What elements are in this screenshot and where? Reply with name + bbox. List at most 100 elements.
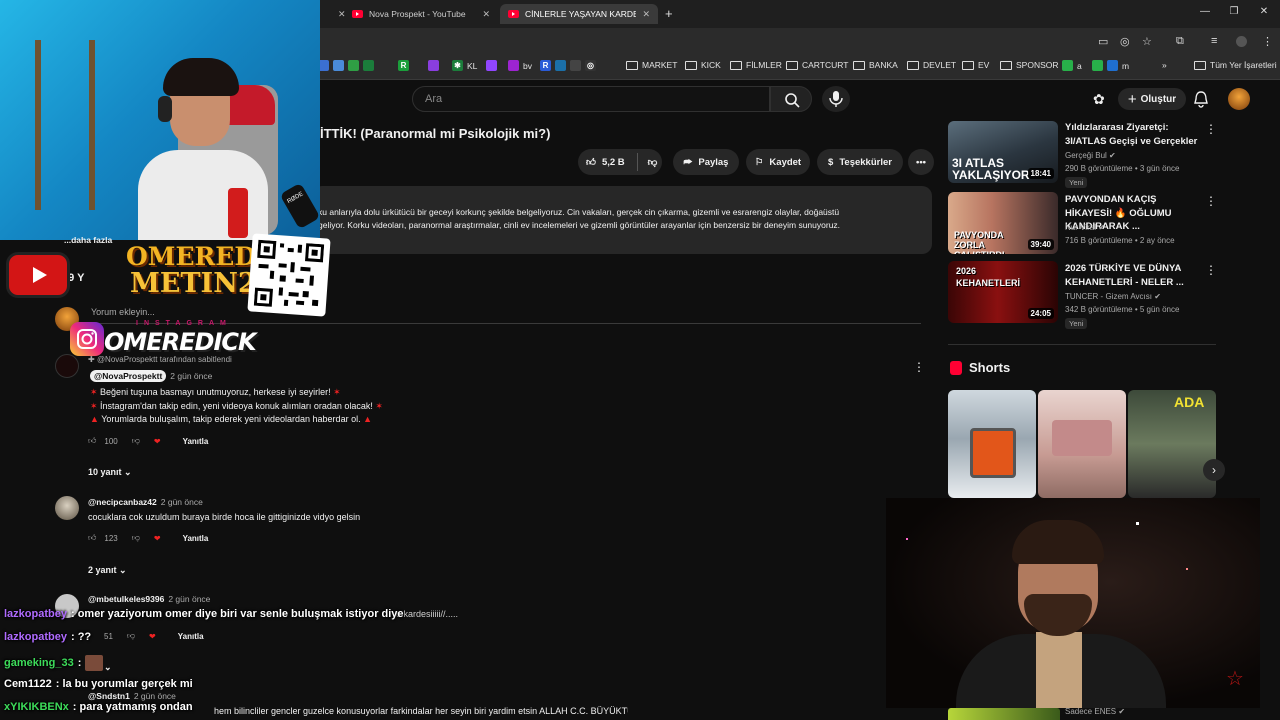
bookmark-folder-devlet[interactable]: DEVLET (907, 60, 956, 70)
folder-icon (685, 60, 697, 70)
dislike-icon[interactable]: 👎︎ (132, 533, 140, 543)
close-icon[interactable]: ✕ (482, 9, 490, 20)
pentagram-icon: ☆ (1226, 668, 1244, 690)
voice-search-button[interactable] (822, 86, 850, 112)
qr-code-pattern (253, 239, 325, 307)
reply-button[interactable]: Yanıtla (183, 534, 209, 543)
comment-avatar[interactable] (55, 496, 79, 520)
bookmark-folder-ev[interactable]: EV (962, 60, 989, 70)
recommendation-thumbnail[interactable]: 2026 KEHANETLERİ 24:05 (948, 261, 1058, 323)
bookmark-folder-cartcurt[interactable]: CARTCURT (786, 60, 848, 70)
view-replies-button[interactable]: 2 yanıt ⌄ (88, 565, 127, 576)
bookmark-folder-sponsor[interactable]: SPONSOR (1000, 60, 1059, 70)
bookmark-folder-market[interactable]: MARKET (626, 60, 677, 70)
bookmark-bv[interactable]: bv (508, 60, 532, 71)
recommendation-thumbnail-partial[interactable] (948, 708, 1060, 720)
thanks-label: Teşekkürler (839, 156, 892, 168)
cast-icon[interactable]: ▭ (1098, 35, 1108, 48)
dislike-icon[interactable]: 👎︎ (127, 631, 135, 641)
like-icon[interactable]: 👍︎ (88, 436, 96, 446)
recommendation-channel[interactable]: Sadece ENES ✔ (1065, 707, 1125, 716)
like-count: 5,2 B (601, 156, 625, 168)
like-dislike-group[interactable]: 👍︎ 5,2 B 👎︎ (578, 149, 662, 175)
recommendation-channel[interactable]: TUNCER - Gizem Avcısı ✔ (1065, 292, 1161, 301)
profile-icon[interactable] (1236, 36, 1247, 47)
dislike-icon[interactable]: 👎︎ (132, 436, 140, 446)
comment-author[interactable]: @mbetulkeles9396 2 gün önce (88, 594, 210, 604)
bookmark-folder-filmler[interactable]: FİLMLER (730, 60, 782, 70)
view-replies-button[interactable]: ⌄ (104, 662, 112, 673)
bookmark-folder-banka[interactable]: BANKA (853, 60, 898, 70)
share-button[interactable]: ⮫ Paylaş (673, 149, 739, 175)
tab-active-video[interactable]: CİNLERLE YAŞAYAN KARDEŞLER ✕ (500, 4, 658, 24)
shorts-next-arrow-icon[interactable]: › (1203, 459, 1225, 481)
close-icon[interactable]: ✕ (642, 9, 650, 20)
extensions-icon[interactable]: ⧉ (1176, 35, 1184, 48)
all-bookmarks[interactable]: Tüm Yer İşaretleri (1194, 60, 1277, 70)
settings-gear-icon[interactable]: ✿ (1093, 91, 1105, 108)
playlist-icon[interactable]: ≡ (1211, 35, 1217, 47)
recommendation-menu-icon[interactable]: ⋮ (1205, 194, 1217, 208)
comment-author[interactable]: @NovaProspektt 2 gün önce (90, 370, 212, 382)
guest-hair-shape (1012, 520, 1104, 564)
recommendation-menu-icon[interactable]: ⋮ (1205, 122, 1217, 136)
recommendation-title[interactable]: 2026 TÜRKİYE VE DÜNYA KEHANETLERİ - NELE… (1065, 262, 1200, 289)
guest-webcam: ☆ (886, 498, 1260, 708)
bookmark-twitch[interactable] (428, 60, 439, 71)
bookmark-misc[interactable]: R ◎ (540, 60, 596, 71)
bookmark-kl[interactable]: ✱ KL (452, 60, 477, 71)
eye-off-icon[interactable]: ◎ (1120, 35, 1130, 48)
reply-button[interactable]: Yanıtla (178, 632, 204, 641)
comment-actions: 51 👎︎ ❤ Yanıtla (104, 631, 204, 641)
short-thumbnail[interactable] (948, 390, 1036, 498)
thumbnail-text: 2026 KEHANETLERİ (956, 266, 1021, 288)
menu-icon[interactable]: ⋮ (1262, 35, 1273, 48)
recommendation-channel[interactable]: Nur Viral ✔ (1065, 223, 1105, 232)
like-count: 51 (104, 631, 113, 641)
dislike-icon[interactable]: 👎︎ (648, 156, 658, 168)
bookmarks-overflow-icon[interactable]: » (1162, 60, 1167, 70)
bookmark-m[interactable]: m (1092, 60, 1129, 71)
share-icon: ⮫ (683, 156, 693, 168)
search-input[interactable]: Ara (412, 86, 770, 112)
thanks-button[interactable]: $ Teşekkürler (817, 149, 903, 175)
streamer-webcam: RØDE (0, 0, 320, 240)
recommendation-title[interactable]: Yıldızlararası Ziyaretçi: 3I/ATLAS Geçiş… (1065, 121, 1200, 148)
recommendation-thumbnail[interactable]: PAVYONDA ZORLA ÇALIŞTIRDI 39:40 (948, 192, 1058, 254)
bookmark-twitch-2[interactable] (486, 60, 497, 71)
restore-icon[interactable]: ❐ (1227, 6, 1241, 17)
short-thumbnail[interactable]: ADA (1128, 390, 1216, 498)
comment-author[interactable]: @necipcanbaz42 2 gün önce (88, 497, 203, 507)
view-replies-button[interactable]: 10 yanıt ⌄ (88, 467, 132, 478)
search-button[interactable] (770, 86, 812, 112)
create-button[interactable]: + Oluştur (1118, 88, 1186, 110)
comment-menu-icon[interactable]: ⋮ (913, 360, 925, 374)
recommendation-thumbnail[interactable]: 3I ATLAS YAKLAŞIYOR 18:41 (948, 121, 1058, 183)
new-tab-icon[interactable]: + (665, 6, 673, 21)
window-close-icon[interactable]: ✕ (1257, 6, 1271, 17)
short-thumbnail[interactable] (1038, 390, 1126, 498)
reply-button[interactable]: Yanıtla (183, 437, 209, 446)
comment-author[interactable]: @Sndstn1 2 gün önce (88, 691, 176, 701)
account-avatar[interactable] (1228, 88, 1250, 110)
star-icon[interactable]: ☆ (1142, 35, 1152, 48)
tab-nova-prospekt[interactable]: Nova Prospekt - YouTube ✕ (344, 4, 498, 24)
bookmark-folder-kick[interactable]: KICK (685, 60, 721, 70)
folder-icon (730, 60, 742, 70)
recommendation-menu-icon[interactable]: ⋮ (1205, 263, 1217, 277)
description-box[interactable]: ku anlarıyla dolu ürkütücü bir geceyi ko… (312, 186, 932, 254)
like-icon[interactable]: 👍︎ (88, 533, 96, 543)
bookmark-r[interactable]: R (398, 60, 409, 71)
streamer-body-shape (138, 150, 268, 240)
save-button[interactable]: ⚐ Kaydet (746, 149, 810, 175)
notifications-bell-icon[interactable] (1192, 90, 1210, 108)
bookmark-icons-group[interactable] (318, 60, 374, 71)
minimize-icon[interactable]: — (1198, 6, 1212, 17)
bookmark-a[interactable]: a (1062, 60, 1082, 71)
like-icon[interactable]: 👍︎ (586, 156, 596, 168)
logo-text-bottom: METIN2 (130, 268, 257, 299)
play-icon (33, 267, 47, 283)
recommendation-channel[interactable]: Gerçeği Bul ✔ (1065, 151, 1116, 160)
comment-avatar[interactable] (55, 354, 79, 378)
more-actions-button[interactable]: ••• (908, 149, 934, 175)
